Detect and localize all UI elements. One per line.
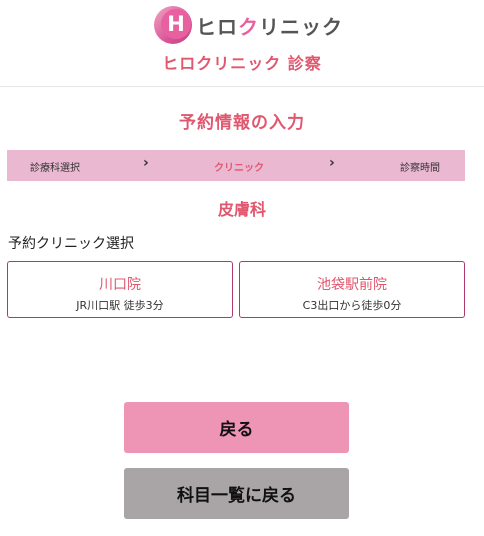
- clinic-option-ikebukuro[interactable]: 池袋駅前院 C3出口から徒歩0分: [239, 261, 465, 318]
- clinic-option-kawaguchi[interactable]: 川口院 JR川口駅 徒歩3分: [7, 261, 233, 318]
- selected-department: 皮膚科: [217, 200, 266, 219]
- logo-letter: H: [161, 9, 191, 39]
- chevron-right-icon: ›: [143, 155, 149, 171]
- back-to-list-button[interactable]: 科目一覧に戻る: [124, 468, 349, 519]
- header-subtitle: ヒロクリニック 診察: [162, 54, 322, 73]
- clinic-name: 川口院: [99, 277, 141, 293]
- progress-steps: 診療科選択 › クリニック › 診察時間: [7, 150, 465, 181]
- chevron-right-icon: ›: [329, 155, 335, 171]
- clinic-access: C3出口から徒歩0分: [302, 299, 402, 312]
- page-title: 予約情報の入力: [179, 113, 305, 133]
- clinic-access: JR川口駅 徒歩3分: [76, 299, 164, 312]
- clinic-name: 池袋駅前院: [317, 277, 387, 293]
- step-department-select: 診療科選択: [30, 163, 80, 174]
- step-clinic-current: クリニック: [214, 163, 264, 174]
- clinic-select-label: 予約クリニック選択: [8, 236, 134, 252]
- site-header: H ヒロクリニック ヒロクリニック 診察: [0, 0, 484, 87]
- clinic-logo[interactable]: H ヒロクリニック: [154, 6, 343, 44]
- back-button[interactable]: 戻る: [124, 402, 349, 453]
- step-consultation-time: 診察時間: [400, 163, 440, 174]
- logo-mark-icon: H: [154, 6, 192, 44]
- logo-text: ヒロクリニック: [196, 14, 343, 39]
